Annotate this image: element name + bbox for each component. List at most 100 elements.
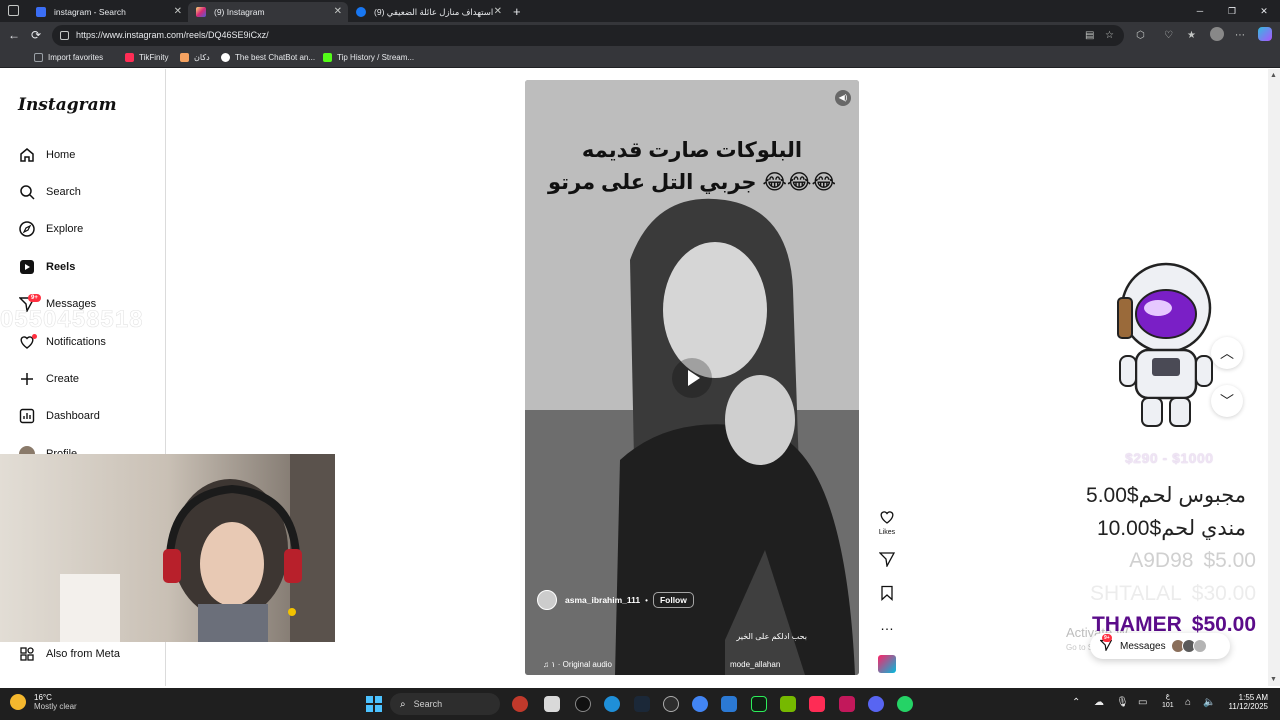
instagram-favicon-icon bbox=[196, 7, 206, 17]
separator-dot: • bbox=[645, 595, 648, 605]
tab-instagram-search[interactable]: instagram - Search ✕ bbox=[28, 2, 188, 22]
share-button[interactable] bbox=[874, 551, 900, 570]
donor-name: SHTALAL bbox=[1089, 582, 1182, 605]
scroll-up-icon[interactable]: ▲ bbox=[1270, 72, 1277, 79]
obs-icon[interactable] bbox=[575, 696, 591, 712]
bookmark-tip-history[interactable]: Tip History / Stream... bbox=[323, 53, 414, 62]
play-icon[interactable] bbox=[672, 358, 712, 398]
reel-audio-user[interactable]: mode_allahan bbox=[730, 660, 780, 669]
favorites-icon[interactable]: ★ bbox=[1187, 30, 1196, 41]
onedrive-icon[interactable]: ☁ bbox=[1094, 697, 1104, 708]
reader-view-icon[interactable]: ▤ bbox=[1085, 30, 1094, 41]
donor-name: A9D98 bbox=[1129, 549, 1194, 572]
previous-reel-button[interactable]: ︿ bbox=[1211, 337, 1243, 369]
url-bar[interactable]: https://www.instagram.com/reels/DQ46SE9i… bbox=[52, 25, 1124, 46]
bookmark-import-favorites[interactable]: Import favorites bbox=[34, 53, 103, 62]
reel-subcaption: بحب ادلكم على الخير bbox=[736, 632, 807, 641]
profile-avatar[interactable] bbox=[1210, 27, 1224, 41]
url-text[interactable]: https://www.instagram.com/reels/DQ46SE9i… bbox=[76, 30, 269, 40]
copilot-icon[interactable] bbox=[1258, 27, 1272, 41]
close-tab-icon[interactable]: ✕ bbox=[174, 7, 182, 17]
tab-title: استهداف منازل عائلة الضعيفي (9) bbox=[374, 6, 494, 17]
display-icon[interactable]: ▭ bbox=[1138, 697, 1147, 708]
instagram-logo[interactable]: Instagram bbox=[18, 95, 117, 115]
browser-essentials-icon[interactable]: ♡ bbox=[1164, 30, 1173, 41]
close-tab-icon[interactable]: ✕ bbox=[334, 7, 342, 17]
language-indicator[interactable]: ع 101 bbox=[1162, 692, 1174, 710]
system-clock[interactable]: 1:55 AM 11/12/2025 bbox=[1208, 693, 1268, 711]
tab-facebook[interactable]: استهداف منازل عائلة الضعيفي (9) ✕ bbox=[348, 2, 508, 22]
follow-button[interactable]: Follow bbox=[652, 592, 694, 608]
edge-icon[interactable] bbox=[604, 696, 620, 712]
start-button[interactable] bbox=[366, 696, 382, 712]
microphone-icon[interactable]: 🎙 bbox=[1116, 697, 1129, 708]
streaming-app-icon[interactable] bbox=[839, 696, 855, 712]
chrome-icon[interactable] bbox=[692, 696, 708, 712]
mute-icon[interactable]: ◀) bbox=[835, 90, 851, 106]
store-icon[interactable] bbox=[721, 696, 737, 712]
tab-instagram[interactable]: (9) Instagram ✕ bbox=[188, 2, 348, 22]
refresh-button[interactable]: ⟳ bbox=[31, 28, 41, 42]
next-reel-button[interactable]: ﹀ bbox=[1211, 385, 1243, 417]
sidebar-item-label: Search bbox=[46, 186, 81, 198]
weather-widget[interactable]: 16°C Mostly clear bbox=[10, 693, 77, 711]
favorite-star-icon[interactable]: ☆ bbox=[1105, 30, 1114, 41]
file-explorer-icon[interactable] bbox=[544, 696, 560, 712]
discord-icon[interactable] bbox=[868, 696, 884, 712]
close-window-button[interactable]: ✕ bbox=[1248, 0, 1280, 22]
maximize-button[interactable]: ❐ bbox=[1216, 0, 1248, 22]
sidebar-item-reels[interactable]: Reels bbox=[18, 258, 75, 276]
sidebar-item-label: Also from Meta bbox=[46, 648, 120, 660]
grid-icon bbox=[18, 645, 36, 663]
sidebar-item-home[interactable]: Home bbox=[18, 146, 75, 164]
sidebar-item-explore[interactable]: Explore bbox=[18, 220, 83, 238]
site-info-icon[interactable] bbox=[60, 31, 69, 40]
close-tab-icon[interactable]: ✕ bbox=[494, 7, 502, 17]
overlay-phone-number: 0550458518 bbox=[0, 306, 144, 334]
tulip-app-icon[interactable] bbox=[512, 696, 528, 712]
sidebar-item-search[interactable]: Search bbox=[18, 183, 81, 201]
back-button[interactable]: ← bbox=[8, 28, 20, 42]
app-circle-icon[interactable] bbox=[663, 696, 679, 712]
scroll-down-icon[interactable]: ▼ bbox=[1270, 676, 1277, 683]
extensions-icon[interactable]: ⬡ bbox=[1136, 30, 1145, 41]
donor-name: مندي لحم bbox=[1161, 517, 1246, 540]
like-button[interactable]: Likes bbox=[874, 509, 900, 536]
more-options-button[interactable]: … bbox=[874, 617, 900, 633]
sidebar-item-label: Dashboard bbox=[46, 410, 100, 422]
more-menu-icon[interactable]: ⋯ bbox=[1235, 30, 1245, 41]
nvidia-icon[interactable] bbox=[780, 696, 796, 712]
language-number: 101 bbox=[1162, 702, 1174, 709]
bookmark-tikfinity[interactable]: TikFinity bbox=[125, 53, 168, 62]
sidebar-item-dashboard[interactable]: Dashboard bbox=[18, 407, 100, 425]
page-scrollbar[interactable]: ▲ ▼ bbox=[1268, 69, 1280, 686]
reel-author-row: asma_ibrahim_111 • Follow bbox=[537, 590, 694, 610]
tab-actions-icon[interactable] bbox=[8, 5, 19, 16]
tip-app-icon[interactable] bbox=[751, 696, 767, 712]
new-tab-button[interactable]: + bbox=[513, 4, 521, 19]
reel-video[interactable]: البلوكات صارت قديمه 😂😂😂 جربي التل على مر… bbox=[525, 80, 859, 675]
steam-icon[interactable] bbox=[634, 696, 650, 712]
author-avatar[interactable] bbox=[537, 590, 557, 610]
bookmark-chatbot[interactable]: The best ChatBot an... bbox=[221, 53, 315, 62]
donation-row: A9D98 $5.00 bbox=[1129, 549, 1256, 573]
save-button[interactable] bbox=[874, 585, 900, 604]
reel-audio-label[interactable]: ♫ ١ · Original audio bbox=[543, 660, 612, 669]
sidebar-item-also-from-meta[interactable]: Also from Meta bbox=[18, 645, 120, 663]
messages-pill[interactable]: 9+ Messages bbox=[1090, 633, 1230, 659]
messages-badge: 9+ bbox=[1102, 634, 1112, 642]
author-username[interactable]: asma_ibrahim_111 bbox=[565, 595, 640, 605]
minimize-button[interactable]: ─ bbox=[1184, 0, 1216, 22]
dashboard-icon bbox=[18, 407, 36, 425]
windows-logo-icon bbox=[366, 696, 373, 703]
bookmark-dukkan[interactable]: دكان bbox=[180, 53, 210, 62]
chevron-up-icon[interactable]: ⌃ bbox=[1072, 697, 1080, 708]
compass-icon bbox=[18, 220, 36, 238]
taskbar-search[interactable]: ⌕ Search bbox=[390, 693, 500, 715]
network-icon[interactable]: ⌂ bbox=[1185, 697, 1191, 708]
tiktok-icon[interactable] bbox=[809, 696, 825, 712]
plus-icon bbox=[18, 370, 36, 388]
audio-thumbnail[interactable] bbox=[878, 655, 896, 673]
whatsapp-icon[interactable] bbox=[897, 696, 913, 712]
sidebar-item-create[interactable]: Create bbox=[18, 370, 79, 388]
